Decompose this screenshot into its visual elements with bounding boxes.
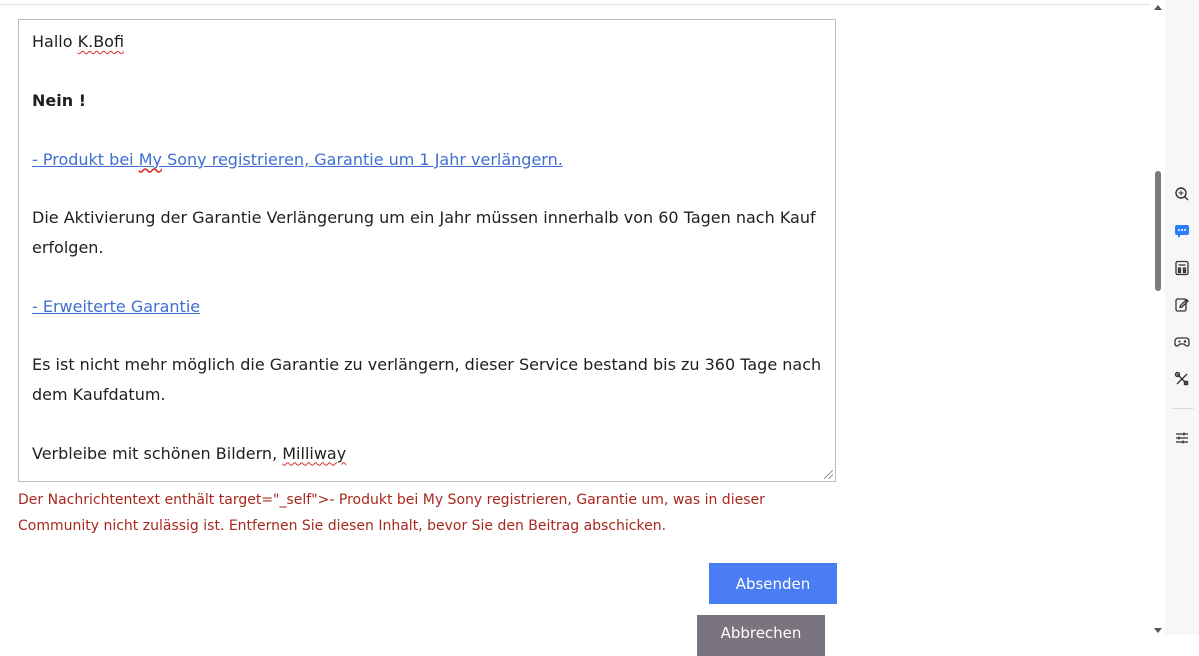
- scroll-down-arrow-icon[interactable]: [1154, 628, 1162, 633]
- tools-icon[interactable]: [1174, 371, 1190, 387]
- extended-warranty-line: - Erweiterte Garantie: [32, 292, 827, 321]
- sidebar-divider: [1172, 408, 1194, 409]
- answer-line: Nein !: [32, 90, 86, 110]
- username-misspelled: K.Bofi: [77, 32, 125, 51]
- register-link-brand: My: [138, 149, 162, 169]
- scrollbar-thumb[interactable]: [1155, 171, 1161, 291]
- register-link-rest: Sony registrieren, Garantie um 1 Jahr ve…: [161, 149, 563, 169]
- activation-paragraph: Die Aktivierung der Garantie Verlängerun…: [32, 208, 816, 257]
- register-link[interactable]: - Produkt bei My Sony registrieren, Gara…: [32, 150, 563, 169]
- top-divider: [0, 4, 1165, 5]
- greeting-text: Hallo: [32, 32, 73, 51]
- page-scrollbar[interactable]: [1150, 0, 1165, 635]
- greeting-line: Hallo K.Bofi: [32, 27, 827, 56]
- editor-content[interactable]: Hallo K.Bofi Nein ! - Produkt bei My Son…: [32, 27, 827, 468]
- closing-line: Verbleibe mit schönen Bildern, Milliway: [32, 439, 827, 468]
- gamepad-icon[interactable]: [1174, 334, 1190, 350]
- signature-misspelled: Milliway: [282, 443, 347, 463]
- cancel-button[interactable]: Abbrechen: [697, 615, 825, 656]
- search-sparkle-icon[interactable]: [1174, 186, 1190, 202]
- extended-warranty-link[interactable]: - Erweiterte Garantie: [32, 297, 200, 316]
- calculator-icon[interactable]: [1174, 260, 1190, 276]
- chat-icon[interactable]: [1174, 223, 1190, 239]
- send-button[interactable]: Absenden: [709, 563, 837, 604]
- message-editor[interactable]: Hallo K.Bofi Nein ! - Produkt bei My Son…: [18, 19, 836, 482]
- register-link-prefix: - Produkt bei: [32, 149, 139, 169]
- error-message: Der Nachrichtentext enthält target="_sel…: [18, 492, 765, 534]
- resize-handle-icon[interactable]: [824, 470, 833, 479]
- scroll-up-arrow-icon[interactable]: [1154, 5, 1162, 10]
- register-link-line: - Produkt bei My Sony registrieren, Gara…: [32, 145, 827, 174]
- no-extension-paragraph: Es ist nicht mehr möglich die Garantie z…: [32, 355, 822, 404]
- browser-sidebar: [1165, 0, 1199, 635]
- settings-sliders-icon[interactable]: [1174, 430, 1190, 446]
- edit-note-icon[interactable]: [1174, 297, 1190, 313]
- closing-text: Verbleibe mit schönen Bildern,: [32, 443, 278, 463]
